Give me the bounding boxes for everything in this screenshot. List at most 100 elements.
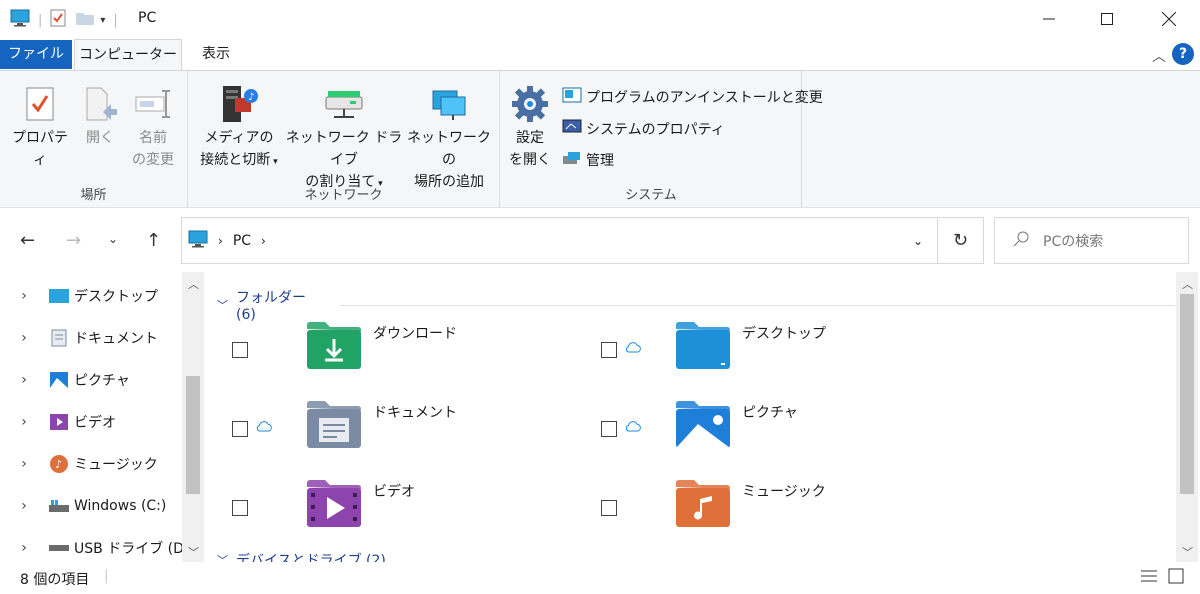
folder-item-pictures[interactable]: ピクチャ bbox=[576, 396, 936, 460]
collapse-ribbon-icon[interactable]: ︿ bbox=[1152, 46, 1166, 66]
nav-item-desktop[interactable]: › デスクトップ bbox=[0, 281, 158, 311]
computer-icon bbox=[188, 230, 208, 252]
expand-chevron-icon[interactable]: › bbox=[0, 288, 48, 304]
open-button[interactable]: 開く bbox=[78, 81, 122, 149]
uninstall-programs-button[interactable]: プログラムのアンインストールと変更 bbox=[562, 87, 823, 107]
navigation-scrollbar[interactable]: ︿ ﹀ bbox=[182, 272, 204, 562]
expand-chevron-icon[interactable]: › bbox=[0, 540, 48, 556]
properties-icon bbox=[8, 81, 72, 127]
folder-name: ビデオ bbox=[373, 484, 415, 500]
tab-file[interactable]: ファイル bbox=[0, 40, 72, 69]
close-button[interactable] bbox=[1146, 4, 1192, 34]
folder-name: ダウンロード bbox=[373, 326, 457, 342]
nav-item-usb-drive[interactable]: › USB ドライブ (D:) bbox=[0, 533, 194, 563]
address-dropdown-icon[interactable]: ⌄ bbox=[913, 234, 923, 248]
select-checkbox[interactable] bbox=[601, 421, 617, 437]
folder-name: ドキュメント bbox=[373, 405, 457, 421]
usb-drive-icon bbox=[48, 539, 70, 557]
maximize-button[interactable] bbox=[1084, 4, 1130, 34]
refresh-icon: ↻ bbox=[952, 230, 969, 251]
select-checkbox[interactable] bbox=[232, 500, 248, 516]
scroll-up-icon[interactable]: ︿ bbox=[188, 276, 199, 292]
media-connect-button[interactable]: ♪ メディアの 接続と切断 ▾ bbox=[194, 81, 284, 173]
select-checkbox[interactable] bbox=[232, 421, 248, 437]
svg-text:♪: ♪ bbox=[248, 92, 254, 103]
system-properties-button[interactable]: システムのプロパティ bbox=[562, 119, 725, 139]
music-icon: ♪ bbox=[48, 455, 70, 473]
breadcrumb-separator-icon[interactable]: › bbox=[218, 234, 223, 248]
folder-item-videos[interactable]: ビデオ bbox=[207, 475, 567, 539]
scroll-thumb[interactable] bbox=[1180, 294, 1194, 494]
open-icon bbox=[78, 81, 122, 127]
folder-name: ミュージック bbox=[742, 484, 826, 500]
scroll-up-icon[interactable]: ︿ bbox=[1182, 276, 1193, 292]
status-bar: 8 個の項目 | bbox=[0, 562, 1200, 594]
nav-item-music[interactable]: › ♪ ミュージック bbox=[0, 449, 158, 479]
map-network-drive-button[interactable]: ネットワーク ドライブ の割り当て ▾ bbox=[284, 81, 404, 195]
videos-folder-icon bbox=[305, 477, 363, 529]
tab-view[interactable]: 表示 bbox=[188, 39, 244, 70]
manage-button[interactable]: 管理 bbox=[562, 150, 614, 170]
documents-icon bbox=[48, 329, 70, 347]
folder-item-music[interactable]: ミュージック bbox=[576, 475, 936, 539]
recent-locations-chevron-icon[interactable]: ⌄ bbox=[108, 232, 118, 246]
quick-access-toolbar: | ▾ | bbox=[10, 9, 118, 31]
search-input[interactable]: PCの検索 bbox=[994, 217, 1189, 264]
window-title: PC bbox=[138, 10, 157, 26]
refresh-button[interactable]: ↻ bbox=[937, 217, 984, 264]
cloud-sync-icon bbox=[255, 420, 273, 436]
folder-item-desktop[interactable]: デスクトップ bbox=[576, 317, 936, 381]
expand-chevron-icon[interactable]: › bbox=[0, 330, 48, 346]
rename-icon bbox=[126, 81, 180, 127]
content-scrollbar[interactable]: ︿ ﹀ bbox=[1176, 272, 1198, 562]
expand-chevron-icon[interactable]: › bbox=[0, 372, 48, 388]
nav-item-pictures[interactable]: › ピクチャ bbox=[0, 365, 130, 395]
select-checkbox[interactable] bbox=[601, 342, 617, 358]
folder-name: ピクチャ bbox=[742, 405, 798, 421]
details-view-icon[interactable] bbox=[1140, 568, 1158, 588]
forward-arrow-icon[interactable]: → bbox=[66, 230, 81, 251]
folder-item-documents[interactable]: ドキュメント bbox=[207, 396, 567, 460]
music-folder-icon bbox=[674, 477, 732, 529]
drive-icon bbox=[48, 497, 70, 515]
new-folder-quick-icon[interactable] bbox=[76, 11, 95, 29]
properties-button[interactable]: プロパティ bbox=[8, 81, 72, 171]
open-settings-button[interactable]: 設定 を開く bbox=[506, 81, 554, 171]
ribbon: プロパティ 開く 名前 の変更 場所 ♪ メディアの 接続と切断 ▾ ネットワー… bbox=[0, 70, 1200, 208]
rename-button[interactable]: 名前 の変更 bbox=[126, 81, 180, 171]
nav-item-windows-drive[interactable]: › Windows (C:) bbox=[0, 491, 166, 521]
folder-name: デスクトップ bbox=[742, 326, 826, 342]
help-button[interactable]: ? bbox=[1172, 43, 1194, 65]
scroll-thumb[interactable] bbox=[186, 376, 200, 494]
navigation-pane: › デスクトップ › ドキュメント › ピクチャ › ビデオ › ♪ ミュージッ… bbox=[0, 272, 204, 562]
search-placeholder: PCの検索 bbox=[1043, 233, 1104, 250]
nav-item-documents[interactable]: › ドキュメント bbox=[0, 323, 158, 353]
section-header-devices[interactable]: ﹀ デバイスとドライブ (2) bbox=[217, 550, 386, 562]
breadcrumb-separator-icon[interactable]: › bbox=[261, 234, 266, 248]
scroll-down-icon[interactable]: ﹀ bbox=[188, 544, 199, 560]
expand-chevron-icon[interactable]: › bbox=[0, 414, 48, 430]
scroll-down-icon[interactable]: ﹀ bbox=[1182, 544, 1193, 560]
large-icons-view-icon[interactable] bbox=[1168, 568, 1184, 588]
tab-computer[interactable]: コンピューター bbox=[74, 39, 182, 72]
collapse-chevron-icon[interactable]: ﹀ bbox=[217, 552, 228, 562]
properties-quick-icon[interactable] bbox=[50, 9, 66, 31]
address-bar[interactable]: › PC › ⌄ bbox=[181, 217, 938, 264]
cloud-sync-icon bbox=[624, 341, 642, 357]
minimize-button[interactable] bbox=[1026, 4, 1072, 34]
folder-item-downloads[interactable]: ダウンロード bbox=[207, 317, 567, 381]
up-arrow-icon[interactable]: ↑ bbox=[146, 230, 161, 251]
customize-qa-dropdown-icon[interactable]: ▾ bbox=[100, 15, 105, 26]
collapse-chevron-icon[interactable]: ﹀ bbox=[217, 297, 228, 313]
select-checkbox[interactable] bbox=[232, 342, 248, 358]
manage-icon bbox=[562, 150, 582, 170]
expand-chevron-icon[interactable]: › bbox=[0, 498, 48, 514]
expand-chevron-icon[interactable]: › bbox=[0, 456, 48, 472]
search-icon bbox=[1013, 231, 1029, 251]
nav-item-videos[interactable]: › ビデオ bbox=[0, 407, 116, 437]
back-arrow-icon[interactable]: ← bbox=[20, 230, 35, 251]
add-network-location-button[interactable]: ネットワークの 場所の追加 bbox=[404, 81, 494, 193]
select-checkbox[interactable] bbox=[601, 500, 617, 516]
breadcrumb-pc[interactable]: PC bbox=[233, 233, 251, 249]
system-properties-icon bbox=[562, 119, 582, 139]
